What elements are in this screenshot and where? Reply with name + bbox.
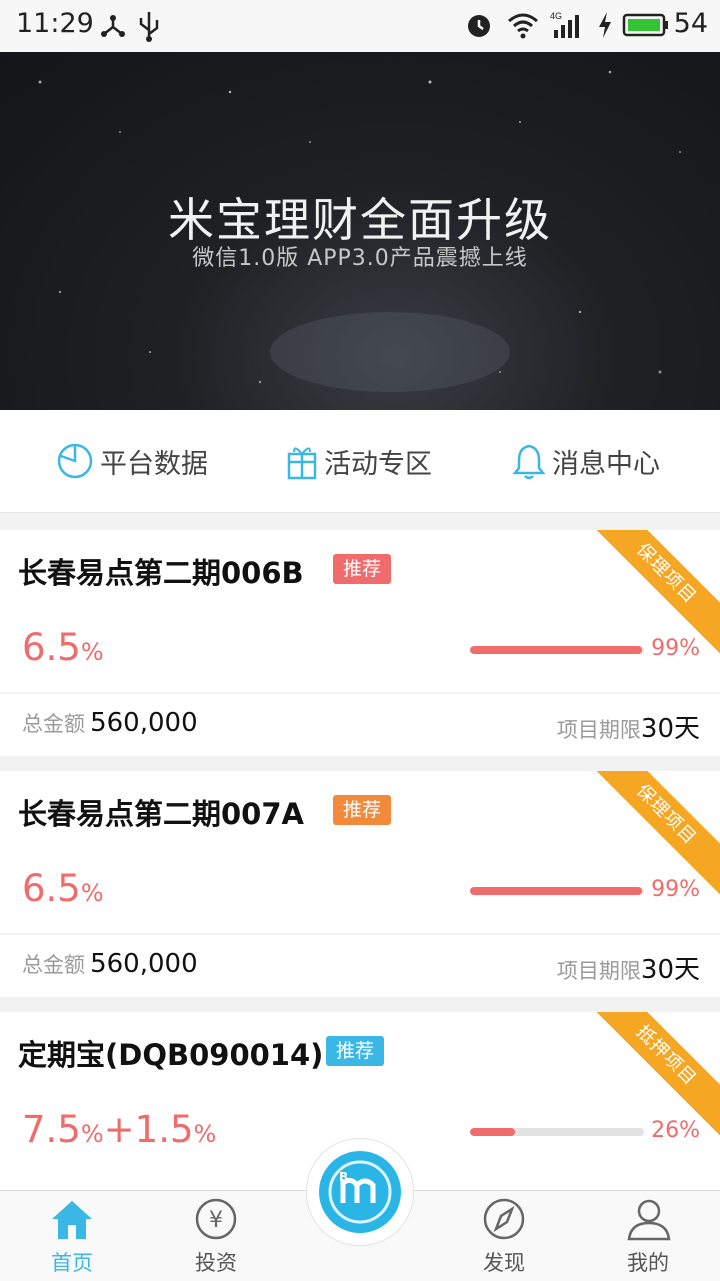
progress-fill [470,1128,516,1136]
annual-rate: 6.5% [22,867,104,910]
recommend-badge: 推荐 [333,795,392,825]
usb-icon [139,12,159,42]
wifi-icon [508,13,538,39]
user-icon [627,1199,671,1241]
rate-value: 6.5 [22,626,81,669]
status-bar: 11:29 4G 54 [0,0,720,52]
amount-value: 560,000 [90,949,198,979]
charging-icon [599,12,611,38]
compass-icon [483,1198,525,1240]
quick-nav: 平台数据 活动专区 消息中心 [0,410,720,513]
progress-bar [470,887,644,895]
product-title: 长春易点第二期007A [18,797,304,831]
tab-label: 发现 [483,1251,525,1275]
progress-percent: 26% [651,1118,700,1143]
term-label: 项目期限 [556,718,641,742]
progress-percent: 99% [651,636,700,661]
home-icon [52,1201,92,1239]
progress-fill [470,887,643,895]
alarm-icon [468,15,490,37]
product-title: 长春易点第二期006B [18,556,304,590]
progress-percent: 99% [651,877,700,902]
status-time: 11:29 [16,8,94,39]
bonus-rate-unit: % [193,1120,217,1148]
rate-unit: % [80,879,104,907]
amount-label: 总金额 [22,712,85,736]
progress-bar [470,646,644,654]
term-value: 30天 [640,955,700,985]
svg-text:4G: 4G [550,11,562,21]
product-card[interactable]: 长春易点第二期007A 推荐 6.5% 99% 总金额 560,000 项目期限… [0,771,720,997]
center-logo-button[interactable]: B [306,1138,414,1246]
rate-unit: % [80,638,104,666]
promo-banner[interactable]: 米宝理财全面升级 微信1.0版 APP3.0产品震撼上线 [0,52,720,410]
gift-icon [287,447,317,480]
rate-unit: % [80,1120,104,1148]
signal-icon: 4G [550,11,579,38]
share-icon [101,15,125,37]
tab-discover[interactable]: 发现 [444,1191,564,1281]
progress-fill [470,646,643,654]
quick-nav-label: 消息中心 [552,448,660,480]
amount-label: 总金额 [22,953,85,977]
svg-text:B: B [339,1170,348,1184]
product-card[interactable]: 长春易点第二期006B 推荐 6.5% 99% 总金额 560,000 项目期限… [0,530,720,756]
recommend-badge: 推荐 [333,554,392,584]
product-title: 定期宝(DQB090014) [18,1038,324,1072]
tab-label: 我的 [627,1251,669,1275]
battery-level: 54 [673,8,708,39]
product-card-footer: 总金额 560,000 项目期限30天 [0,694,720,756]
quick-nav-platform-data[interactable]: 平台数据 [56,410,208,512]
bonus-rate-value: +1.5 [103,1108,194,1151]
banner-subtitle: 微信1.0版 APP3.0产品震撼上线 [192,246,528,271]
annual-rate: 6.5% [22,626,104,669]
recommend-badge: 推荐 [326,1036,385,1066]
pie-chart-icon [57,443,93,479]
amount-value: 560,000 [90,708,198,738]
term-value: 30天 [640,714,700,744]
quick-nav-activities[interactable]: 活动专区 [286,410,432,512]
quick-nav-label: 活动专区 [324,448,432,480]
quick-nav-label: 平台数据 [100,448,208,480]
product-card-main: 长春易点第二期007A 推荐 6.5% 99% [0,771,720,933]
center-logo-circle: B [319,1151,401,1233]
brand-logo-icon: B [328,1160,392,1224]
rate-value: 7.5 [22,1108,81,1151]
product-card-footer: 总金额 560,000 项目期限30天 [0,935,720,997]
tab-invest[interactable]: ¥ 投资 [156,1191,276,1281]
bell-icon [512,444,546,480]
annual-rate: 7.5%+1.5% [22,1108,216,1151]
tab-home[interactable]: 首页 [12,1191,132,1281]
tab-mine[interactable]: 我的 [588,1191,708,1281]
term-label: 项目期限 [556,959,641,983]
rate-value: 6.5 [22,867,81,910]
quick-nav-messages[interactable]: 消息中心 [512,410,660,512]
svg-text:¥: ¥ [209,1208,223,1233]
tab-label: 投资 [195,1251,237,1275]
battery-icon [622,13,668,37]
progress-bar [470,1128,644,1136]
tab-label: 首页 [51,1251,93,1275]
yen-icon: ¥ [195,1198,237,1240]
product-card-main: 长春易点第二期006B 推荐 6.5% 99% [0,530,720,692]
